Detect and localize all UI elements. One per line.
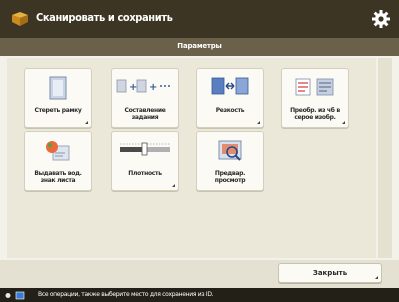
erase-frame-icon: [49, 76, 67, 100]
status-message: Все операции, также выберите место для с…: [38, 291, 214, 298]
more-options-indicator: [375, 276, 378, 279]
more-options-indicator: [85, 121, 88, 124]
watermark-icon: [46, 141, 70, 161]
bw-to-gray-button[interactable]: Преобр. из чб в серое изобр.: [281, 68, 349, 128]
sharpness-button[interactable]: Резкость: [196, 68, 264, 128]
scrollbar[interactable]: [378, 58, 392, 258]
tile-label: Составление задания: [124, 107, 166, 121]
section-title: Параметры: [177, 42, 222, 50]
svg-text:+: +: [129, 82, 137, 93]
preview-button[interactable]: Предвар. просмотр: [196, 131, 264, 191]
more-options-indicator: [257, 121, 260, 124]
sheet-watermark-button[interactable]: Выдавать вод. знак листа: [24, 131, 92, 191]
close-button[interactable]: Закрыть: [278, 263, 382, 283]
scan-save-icon: [12, 12, 28, 26]
preview-icon: [218, 140, 242, 161]
tile-label: Резкость: [215, 107, 245, 114]
job-build-icon: + +: [116, 79, 170, 93]
erase-frame-button[interactable]: Стереть рамку: [24, 68, 92, 128]
tile-label: Преобр. из чб в серое изобр.: [290, 107, 340, 121]
tile-label: Стереть рамку: [34, 107, 82, 114]
more-options-indicator: [342, 121, 345, 124]
sharpness-icon: [211, 77, 249, 95]
title-bar: Сканировать и сохранить: [0, 0, 399, 38]
close-button-label: Закрыть: [312, 269, 348, 277]
scan-save-screen: Сканировать и сохранить Параметры Стерет…: [0, 0, 399, 302]
status-bar: Все операции, также выберите место для с…: [0, 288, 399, 302]
gear-icon[interactable]: [371, 9, 391, 29]
status-indicator-icon: [5, 291, 25, 300]
page-title: Сканировать и сохранить: [36, 11, 173, 24]
density-slider-icon: [120, 142, 170, 156]
bw-to-gray-icon: [295, 78, 334, 96]
more-options-indicator: [172, 184, 175, 187]
svg-text:+: +: [149, 82, 157, 93]
job-build-button[interactable]: + + Составление задания: [111, 68, 179, 128]
density-button[interactable]: Плотность: [111, 131, 179, 191]
subheader-bar: Параметры: [0, 38, 399, 56]
tile-label: Плотность: [128, 170, 162, 177]
tile-label: Предвар. просмотр: [214, 170, 246, 184]
tile-label: Выдавать вод. знак листа: [34, 170, 82, 184]
